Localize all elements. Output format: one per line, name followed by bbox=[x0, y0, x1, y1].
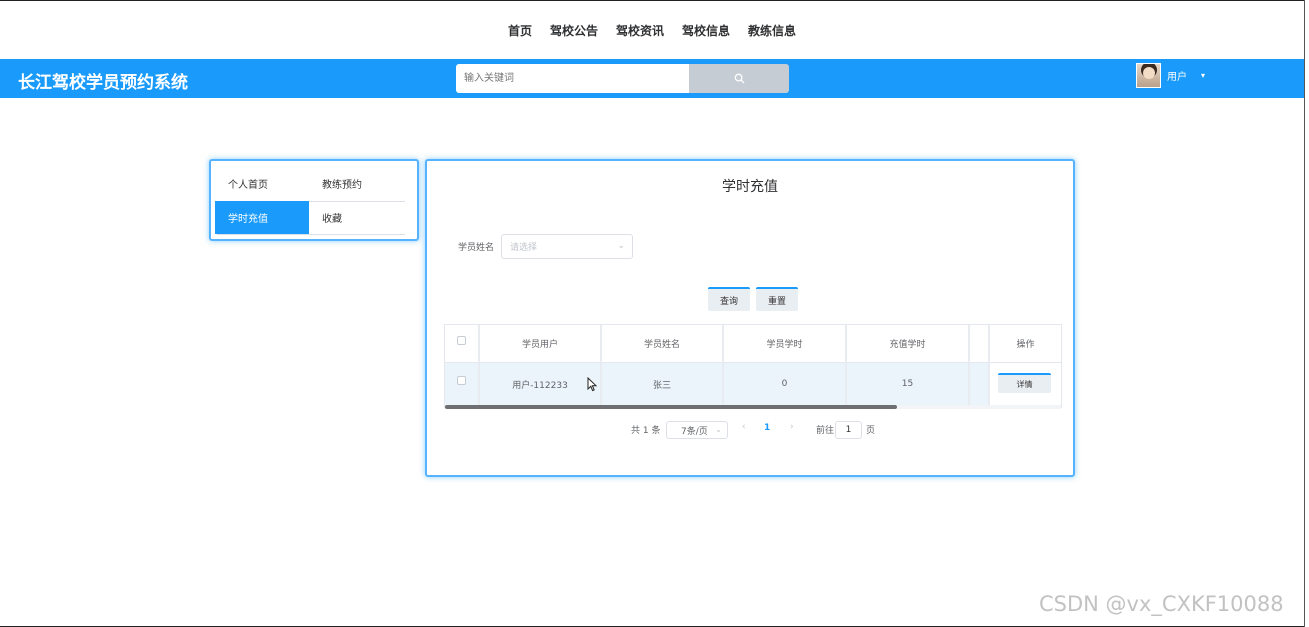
side-item-coach-booking[interactable]: 教练预约 bbox=[309, 167, 403, 200]
goto-page-input[interactable]: 1 bbox=[835, 421, 862, 439]
data-table: 学员用户 学员姓名 学员学时 充值学时 操作 用户-112233 张三 0 15… bbox=[444, 324, 1062, 409]
next-page-icon[interactable]: › bbox=[790, 422, 794, 432]
column-header: 充值学时 bbox=[889, 340, 926, 350]
chevron-down-icon: ⌄ bbox=[617, 241, 625, 251]
cell-name: 张三 bbox=[652, 380, 671, 391]
side-item-recharge[interactable]: 学时充值 bbox=[215, 201, 309, 234]
cell-recharge: 15 bbox=[901, 379, 914, 389]
nav-school-info[interactable]: 驾校信息 bbox=[682, 22, 730, 42]
nav-announcements[interactable]: 驾校公告 bbox=[550, 22, 598, 42]
divider bbox=[217, 234, 405, 235]
select-all-checkbox[interactable] bbox=[457, 336, 466, 345]
nav-news[interactable]: 驾校资讯 bbox=[616, 22, 664, 42]
row-checkbox[interactable] bbox=[457, 376, 466, 385]
search-button[interactable] bbox=[689, 64, 789, 93]
main-panel: 学时充值 学员姓名 请选择 ⌄ 查询 重置 学员用户 学员姓名 学员学时 充值学… bbox=[425, 159, 1075, 477]
avatar bbox=[1136, 63, 1161, 88]
student-name-select[interactable]: 请选择 ⌄ bbox=[501, 234, 633, 259]
caret-down-icon: ▾ bbox=[1201, 71, 1206, 80]
brand-title: 长江驾校学员预约系统 bbox=[18, 73, 188, 93]
detail-button[interactable]: 详情 bbox=[998, 373, 1051, 393]
search-input[interactable] bbox=[456, 64, 689, 93]
page-suffix: 页 bbox=[866, 426, 876, 436]
nav-coach-info[interactable]: 教练信息 bbox=[748, 22, 796, 42]
page-size-value: 7条/页 bbox=[681, 426, 708, 437]
side-item-home[interactable]: 个人首页 bbox=[215, 167, 309, 200]
column-header: 学员学时 bbox=[766, 340, 803, 350]
page-size-select[interactable]: 7条/页 ⌄ bbox=[666, 421, 728, 439]
total-count: 共 1 条 bbox=[631, 426, 661, 436]
header-bar: 长江驾校学员预约系统 用户 ▾ bbox=[0, 59, 1304, 98]
column-header: 学员用户 bbox=[521, 340, 558, 350]
cell-user: 用户-112233 bbox=[512, 380, 568, 391]
side-menu: 个人首页 教练预约 学时充值 收藏 bbox=[209, 159, 419, 241]
select-placeholder: 请选择 bbox=[510, 243, 538, 253]
scrollbar-thumb[interactable] bbox=[445, 405, 897, 409]
mouse-cursor-icon bbox=[587, 377, 597, 392]
search-icon bbox=[734, 73, 745, 84]
top-nav: 首页 驾校公告 驾校资讯 驾校信息 教练信息 bbox=[0, 22, 1304, 42]
window-edge bbox=[1304, 0, 1309, 627]
goto-label: 前往 bbox=[816, 426, 835, 436]
column-header: 操作 bbox=[1016, 340, 1035, 350]
nav-home[interactable]: 首页 bbox=[508, 22, 532, 42]
side-item-favorites[interactable]: 收藏 bbox=[309, 201, 403, 234]
search-box bbox=[456, 64, 789, 93]
user-menu[interactable]: 用户 ▾ bbox=[1136, 63, 1205, 88]
query-button[interactable]: 查询 bbox=[708, 287, 750, 311]
column-divider bbox=[968, 325, 970, 405]
horizontal-scrollbar[interactable] bbox=[445, 405, 1061, 409]
page-title: 学时充值 bbox=[722, 179, 778, 195]
reset-button[interactable]: 重置 bbox=[756, 287, 798, 311]
filter-label: 学员姓名 bbox=[458, 243, 495, 253]
cell-hours: 0 bbox=[781, 379, 788, 389]
column-header: 学员姓名 bbox=[643, 340, 680, 350]
watermark: CSDN @vx_CXKF10088 bbox=[1039, 592, 1284, 616]
prev-page-icon[interactable]: ‹ bbox=[742, 422, 746, 432]
chevron-down-icon: ⌄ bbox=[715, 425, 722, 434]
current-page[interactable]: 1 bbox=[764, 423, 770, 433]
user-name: 用户 bbox=[1167, 72, 1187, 83]
